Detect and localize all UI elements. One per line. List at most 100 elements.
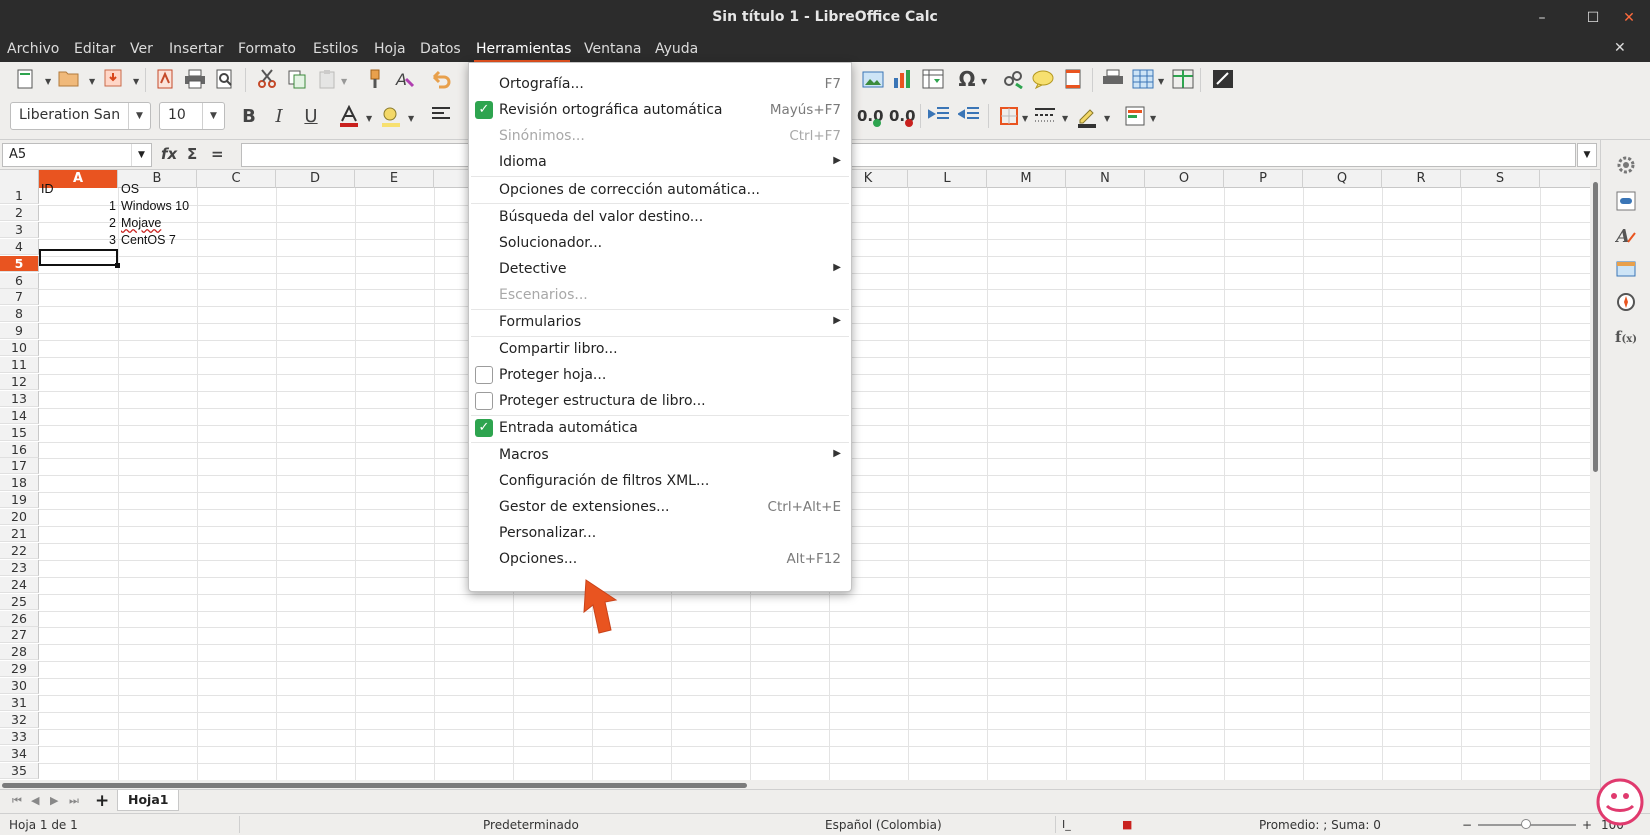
last-sheet-icon[interactable]: ⏭ [69,794,79,808]
menu-datos[interactable]: Datos [420,41,461,57]
clone-formatting-icon[interactable] [364,69,386,91]
vertical-scrollbar[interactable] [1590,170,1600,780]
menu-item-personalizar[interactable]: Personalizar... [469,520,851,546]
row-header-33[interactable]: 33 [0,728,39,745]
navigator-icon[interactable] [1614,291,1638,315]
insert-image-icon[interactable] [862,69,884,91]
open-folder-icon[interactable] [58,69,80,91]
row-header-31[interactable]: 31 [0,695,39,711]
row-header-8[interactable]: 8 [0,306,39,323]
conditional-format-icon[interactable] [1124,106,1146,128]
horizontal-scrollbar[interactable] [0,780,1600,789]
column-header-o[interactable]: O [1145,170,1224,188]
menu-hoja[interactable]: Hoja [374,41,406,57]
define-print-area-icon[interactable] [1102,69,1124,91]
column-header-r[interactable]: R [1382,170,1461,188]
row-header-24[interactable]: 24 [0,576,39,593]
bold-button[interactable]: B [238,106,260,128]
row-header-17[interactable]: 17 [0,458,39,475]
save-icon[interactable] [102,69,124,91]
name-box-dropdown-icon[interactable]: ▼ [131,144,151,166]
gallery-icon[interactable] [1614,258,1638,282]
underline-button[interactable]: U [300,106,322,128]
zoom-slider-handle[interactable] [1521,819,1531,829]
menu-editar[interactable]: Editar [74,41,115,57]
sum-button[interactable]: Σ [187,145,197,163]
conditional-format-dropdown-icon[interactable]: ▼ [1150,114,1156,123]
formula-equals-button[interactable]: = [211,145,224,163]
row-header-15[interactable]: 15 [0,424,39,441]
column-header-s[interactable]: S [1461,170,1540,188]
row-header-10[interactable]: 10 [0,340,39,357]
maximize-button[interactable]: ☐ [1583,8,1603,28]
cell-a2[interactable]: 1 [41,198,116,214]
function-wizard-button[interactable]: fx [161,145,177,163]
previous-sheet-icon[interactable]: ◀ [31,794,39,807]
menu-item-proteger-hoja[interactable]: Proteger hoja... [469,362,851,388]
hyperlink-icon[interactable] [1002,69,1024,91]
row-header-29[interactable]: 29 [0,661,39,678]
print-icon[interactable] [184,69,206,91]
highlighting-color-icon[interactable] [380,105,402,127]
row-header-5[interactable]: 5 [0,255,39,272]
new-document-icon[interactable] [14,69,36,91]
row-header-23[interactable]: 23 [0,559,39,576]
row-header-21[interactable]: 21 [0,526,39,542]
vertical-scroll-thumb[interactable] [1593,182,1598,472]
row-header-26[interactable]: 26 [0,610,39,627]
export-pdf-icon[interactable] [154,69,176,91]
border-color-dropdown-icon[interactable]: ▼ [1104,114,1110,123]
save-dropdown-icon[interactable]: ▼ [133,77,139,86]
menu-item-revision-automatica[interactable]: ✓ Revisión ortográfica automática Mayús+… [469,97,851,123]
menu-item-gestor-extensiones[interactable]: Gestor de extensiones... Ctrl+Alt+E [469,494,851,520]
zoom-out-icon[interactable]: − [1462,818,1472,832]
name-box[interactable]: A5 ▼ [2,143,152,167]
font-color-dropdown-icon[interactable]: ▼ [366,114,372,123]
first-sheet-icon[interactable]: ⏮ [12,794,22,808]
menu-item-filtros-xml[interactable]: Configuración de filtros XML... [469,468,851,494]
insert-chart-icon[interactable] [892,69,914,91]
menu-item-macros[interactable]: Macros ▶ [469,442,851,468]
pivot-table-icon[interactable] [922,69,944,91]
show-draw-functions-icon[interactable] [1212,69,1234,91]
row-header-25[interactable]: 25 [0,593,39,610]
split-window-icon[interactable] [1172,69,1194,91]
menu-insertar[interactable]: Insertar [169,41,224,57]
column-header-e[interactable]: E [355,170,434,188]
open-dropdown-icon[interactable]: ▼ [89,77,95,86]
borders-icon[interactable] [998,106,1020,128]
freeze-dropdown-icon[interactable]: ▼ [1158,77,1164,86]
row-header-11[interactable]: 11 [0,357,39,373]
cell-b3[interactable]: Mojave [121,215,196,231]
borders-dropdown-icon[interactable]: ▼ [1022,114,1028,123]
expand-formula-bar-icon[interactable]: ▼ [1577,143,1597,167]
add-decimal-place-icon[interactable]: 0.0 [856,106,884,128]
column-header-c[interactable]: C [197,170,276,188]
row-header-3[interactable]: 3 [0,221,39,238]
cell-b2[interactable]: Windows 10 [121,198,196,214]
menu-item-detective[interactable]: Detective ▶ [469,256,851,282]
cell-b1[interactable]: OS [121,181,196,197]
minimize-button[interactable]: – [1532,8,1552,28]
menu-herramientas[interactable]: Herramientas [476,41,571,57]
menu-item-autocorreccion[interactable]: Opciones de corrección automática... [469,177,851,203]
close-window-button[interactable]: ✕ [1619,8,1639,28]
horizontal-scroll-thumb[interactable] [2,783,747,788]
row-header-6[interactable]: 6 [0,272,39,289]
menu-item-solucionador[interactable]: Solucionador... [469,230,851,256]
row-header-1[interactable]: 1 [0,188,39,204]
font-name-combo[interactable]: Liberation San ▼ [10,102,151,130]
cell-b4[interactable]: CentOS 7 [121,232,196,248]
cell-a3[interactable]: 2 [41,215,116,231]
paste-dropdown-icon[interactable]: ▼ [341,77,347,86]
row-header-2[interactable]: 2 [0,204,39,221]
column-header-p[interactable]: P [1224,170,1303,188]
row-header-34[interactable]: 34 [0,745,39,762]
row-header-4[interactable]: 4 [0,238,39,255]
row-header-12[interactable]: 12 [0,373,39,390]
menu-item-formularios[interactable]: Formularios ▶ [469,309,851,335]
delete-decimal-place-icon[interactable]: 0.0 [888,106,916,128]
column-header-d[interactable]: D [276,170,355,188]
clear-formatting-icon[interactable]: A [394,69,416,91]
row-header-9[interactable]: 9 [0,323,39,340]
